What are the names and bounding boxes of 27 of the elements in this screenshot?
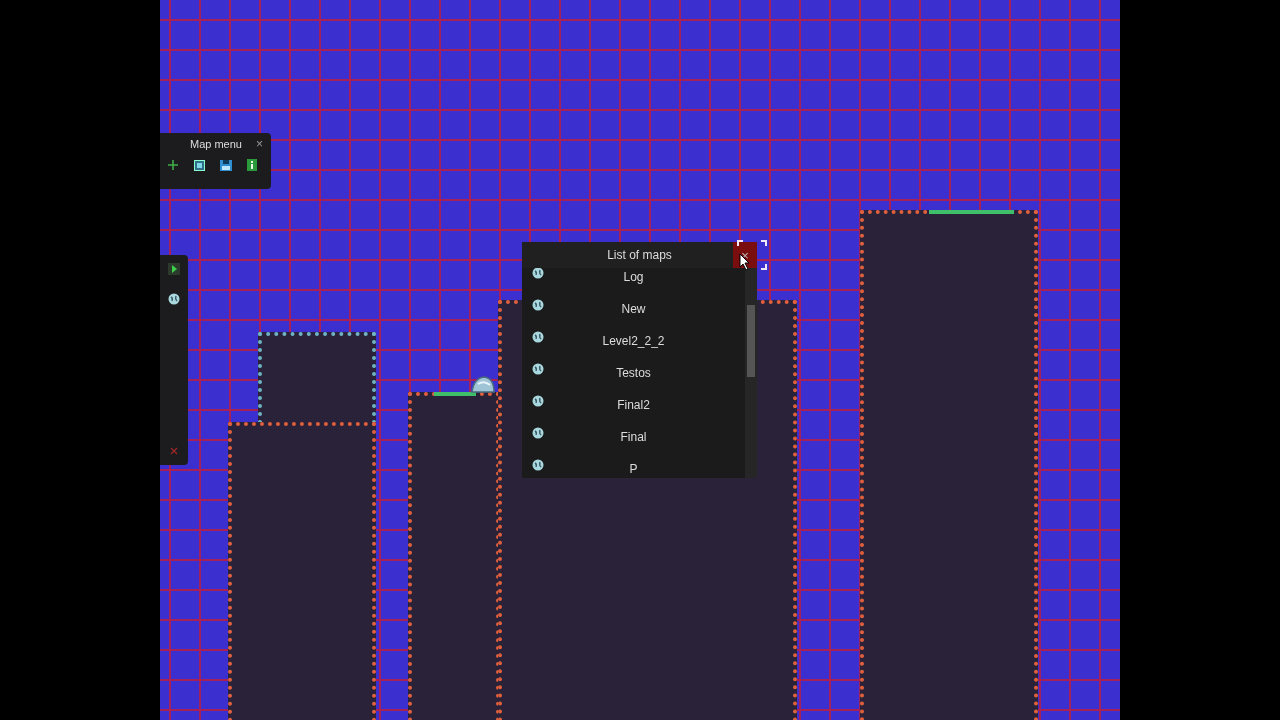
globe-icon <box>532 268 544 279</box>
dialog-title: List of maps <box>607 248 672 262</box>
creature-sprite <box>470 375 496 393</box>
square-icon[interactable] <box>194 159 205 171</box>
close-button[interactable]: × <box>256 137 263 151</box>
add-icon[interactable] <box>167 159 179 171</box>
corner-brackets-icon <box>736 239 768 271</box>
map-list-item[interactable]: New <box>522 302 745 316</box>
globe-icon <box>532 299 544 311</box>
scrollbar[interactable] <box>745 268 757 478</box>
globe-icon <box>532 427 544 439</box>
play-icon[interactable] <box>168 263 180 275</box>
save-icon[interactable] <box>220 159 232 171</box>
map-list-item[interactable]: Final <box>522 430 745 444</box>
map-list-item[interactable]: Log <box>522 270 745 284</box>
info-icon[interactable] <box>247 159 257 171</box>
globe-icon <box>532 331 544 343</box>
map-list-item[interactable]: P <box>522 462 745 476</box>
map-list-item[interactable]: Final2 <box>522 398 745 412</box>
globe-icon <box>532 363 544 375</box>
globe-icon[interactable] <box>168 293 180 305</box>
map-list-item[interactable]: Level2_2_2 <box>522 334 745 348</box>
cursor-icon <box>739 253 751 271</box>
globe-icon <box>532 395 544 407</box>
globe-icon <box>532 459 544 471</box>
map-list-item[interactable]: Testos <box>522 366 745 380</box>
panel-title: Map menu <box>190 138 243 150</box>
